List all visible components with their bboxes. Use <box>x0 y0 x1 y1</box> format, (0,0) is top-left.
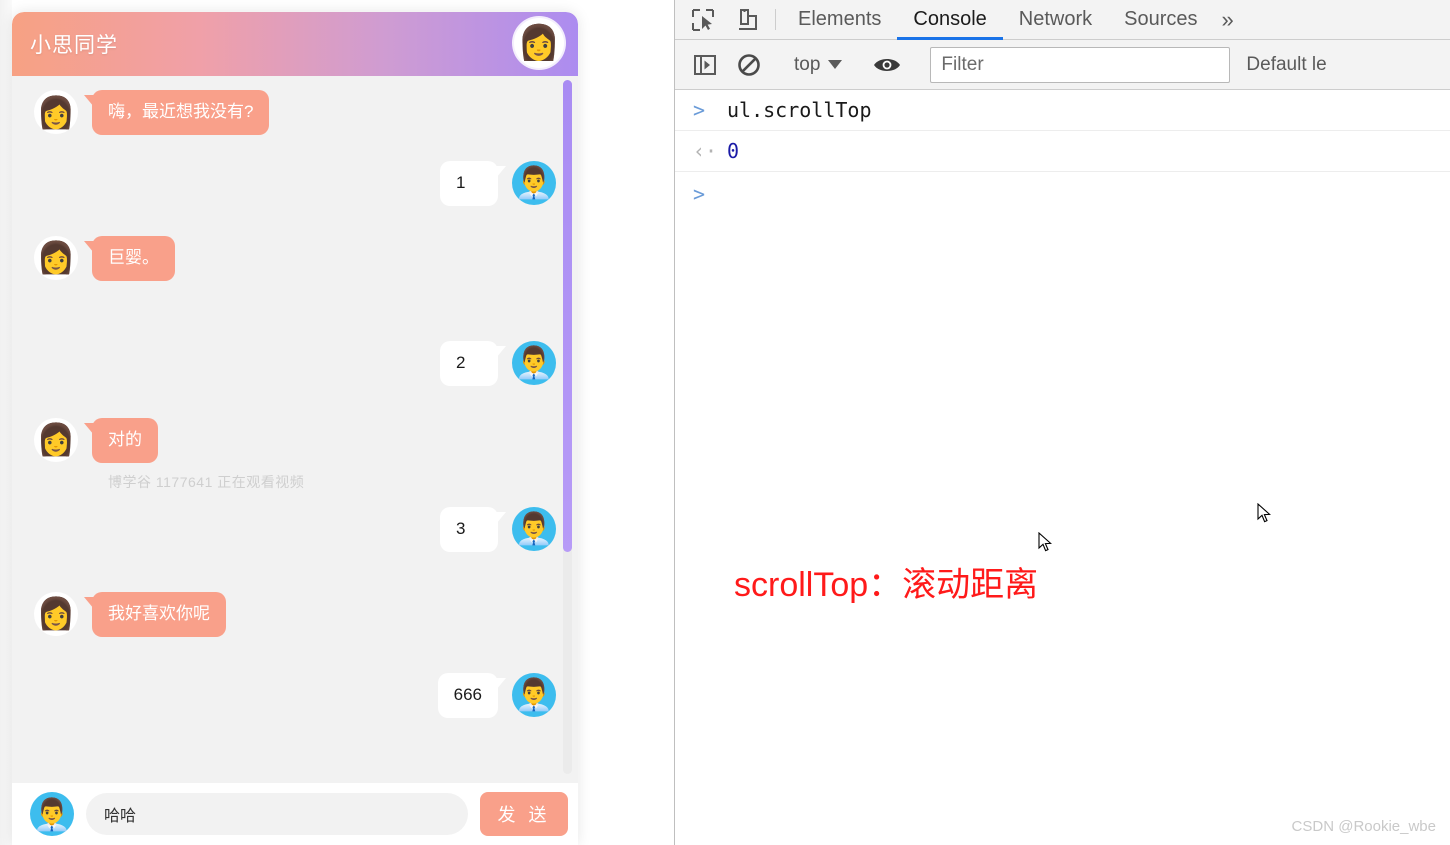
chat-title: 小思同学 <box>30 34 118 57</box>
tab-network[interactable]: Network <box>1003 0 1108 39</box>
message-item: 👩 巨婴。 <box>12 235 578 281</box>
message-item: 👩 我好喜欢你呢 <box>12 591 578 637</box>
log-level-dropdown[interactable]: Default le <box>1246 54 1326 76</box>
page-left-edge-strip <box>0 0 12 845</box>
chevron-down-icon <box>828 54 843 76</box>
woman-avatar-icon: 👩 <box>34 90 78 134</box>
console-expression: ul.scrollTop <box>727 98 872 122</box>
message-list[interactable]: 👩 嗨，最近想我没有? 1 👨‍💼 👩 巨婴。 2 👨‍💼 👩 <box>12 76 578 783</box>
message-bubble: 对的 <box>84 417 158 463</box>
clear-console-icon[interactable] <box>727 52 771 78</box>
message-item: 3 👨‍💼 <box>12 506 578 552</box>
message-item: 2 👨‍💼 <box>12 340 578 386</box>
console-toolbar: top Default le <box>675 40 1450 90</box>
message-bubble: 巨婴。 <box>84 235 175 281</box>
man-avatar-icon: 👨‍💼 <box>512 672 556 717</box>
device-toolbar-icon[interactable] <box>725 0 769 39</box>
tab-elements[interactable]: Elements <box>782 0 897 39</box>
console-result-prompt-icon: ‹· <box>693 139 718 163</box>
message-input[interactable] <box>86 793 468 835</box>
console-prompt-row[interactable]: > <box>675 172 1450 216</box>
message-bubble: 1 <box>440 160 506 206</box>
more-tabs-chevron-icon[interactable]: » <box>1214 0 1242 39</box>
video-watermark: 博学谷 1177641 正在观看视频 <box>108 474 305 490</box>
woman-avatar-icon: 👩 <box>514 18 564 68</box>
woman-avatar-icon: 👩 <box>34 591 78 636</box>
annotation-text: scrollTop：滚动距离 <box>734 566 1039 604</box>
execution-context-dropdown[interactable]: top <box>784 54 852 76</box>
console-prompt-icon: > <box>693 182 706 206</box>
console-input-prompt-icon: > <box>693 98 706 122</box>
devtools-panel: Elements Console Network Sources » top F… <box>675 0 1450 845</box>
man-avatar-icon: 👨‍💼 <box>512 160 556 205</box>
chat-header: 小思同学 👩 <box>12 12 578 76</box>
message-item: 👩 嗨，最近想我没有? <box>12 90 578 135</box>
toolbar-separator <box>775 9 776 30</box>
message-item: 1 👨‍💼 <box>12 160 578 206</box>
tab-sources[interactable]: Sources <box>1108 0 1213 39</box>
console-filter-input[interactable] <box>930 46 1231 83</box>
browser-viewport: 小思同学 👩 👩 嗨，最近想我没有? 1 👨‍💼 👩 巨婴。 <box>0 0 675 845</box>
execution-context-label: top <box>794 53 821 75</box>
tab-console[interactable]: Console <box>897 0 1004 40</box>
console-input-line: > ul.scrollTop <box>675 90 1450 131</box>
inspect-element-icon[interactable] <box>681 0 725 39</box>
csdn-watermark: CSDN @Rookie_wbe <box>1291 818 1436 835</box>
console-output: > ul.scrollTop ‹· 0 > scrollTop：滚动距离 CSD… <box>675 90 1450 845</box>
console-result-value: 0 <box>727 139 740 163</box>
message-item: 666 👨‍💼 <box>12 672 578 718</box>
devtools-tabbar: Elements Console Network Sources » <box>675 0 1450 40</box>
message-bubble: 666 <box>437 672 507 718</box>
chat-input-bar: 👨‍💼 发 送 <box>12 783 578 845</box>
man-avatar-icon: 👨‍💼 <box>512 506 556 551</box>
message-list-scrollbar[interactable] <box>563 80 572 774</box>
scrollbar-thumb[interactable] <box>563 80 572 552</box>
message-item: 👩 对的 <box>12 417 578 463</box>
chat-application: 小思同学 👩 👩 嗨，最近想我没有? 1 👨‍💼 👩 巨婴。 <box>12 12 578 845</box>
screenshot-root: 小思同学 👩 👩 嗨，最近想我没有? 1 👨‍💼 👩 巨婴。 <box>0 0 1450 845</box>
woman-avatar-icon: 👩 <box>34 235 78 280</box>
man-avatar-icon: 👨‍💼 <box>30 792 74 836</box>
message-bubble: 2 <box>440 340 506 386</box>
message-bubble: 我好喜欢你呢 <box>84 591 226 637</box>
message-bubble: 3 <box>440 506 506 552</box>
live-expression-eye-icon[interactable] <box>865 55 909 75</box>
send-button[interactable]: 发 送 <box>480 792 568 836</box>
message-bubble: 嗨，最近想我没有? <box>83 90 270 135</box>
man-avatar-icon: 👨‍💼 <box>512 340 556 385</box>
console-sidebar-icon[interactable] <box>683 52 727 78</box>
woman-avatar-icon: 👩 <box>34 417 78 462</box>
console-result-line: ‹· 0 <box>675 131 1450 172</box>
